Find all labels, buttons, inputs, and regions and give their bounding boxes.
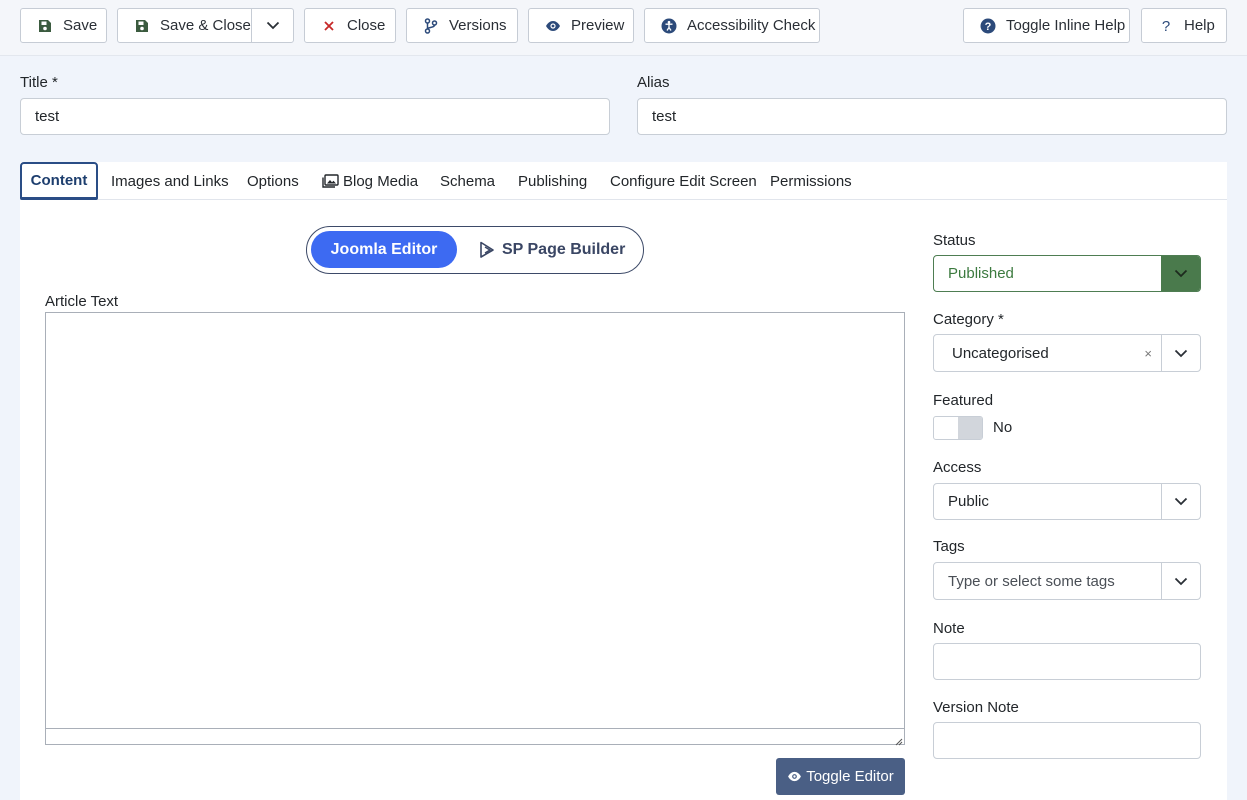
eye-icon [545,18,561,34]
featured-label: Featured [933,392,994,409]
save-icon [134,18,150,34]
alias-input[interactable]: test [637,98,1227,135]
save-icon [37,18,53,34]
access-value: Public [948,493,989,510]
tab-schema[interactable]: Schema [440,162,495,200]
title-label: Title * [20,74,58,91]
save-options-dropdown-button[interactable] [251,8,294,43]
title-value: test [35,108,60,125]
category-select[interactable]: Uncategorised × [933,334,1201,372]
toggle-editor-button[interactable]: Toggle Editor [776,758,905,795]
version-note-input[interactable] [933,722,1201,759]
images-icon [322,174,339,188]
preview-button[interactable]: Preview [528,8,634,43]
access-label: Access [933,459,982,476]
tags-label: Tags [933,538,965,555]
title-input[interactable]: test [20,98,610,135]
toggle-inline-help-button[interactable]: ? Toggle Inline Help [963,8,1130,43]
article-text-label: Article Text [45,293,119,310]
status-value: Published [948,265,1014,282]
close-icon [321,18,337,34]
chevron-down-icon [1161,335,1200,371]
eye-icon [787,771,802,782]
sp-page-builder-label: SP Page Builder [502,240,626,258]
version-note-label: Version Note [933,699,1019,716]
chevron-down-icon [266,17,280,34]
editor-switch: Joomla Editor SP Page Builder [306,226,644,274]
tab-permissions[interactable]: Permissions [770,162,852,200]
resize-handle-icon[interactable] [893,733,903,746]
sp-page-builder-icon [479,241,495,258]
chevron-down-icon [1161,563,1200,599]
tags-select[interactable]: Type or select some tags [933,562,1201,600]
joomla-editor-button[interactable]: Joomla Editor [311,231,457,268]
svg-text:?: ? [985,21,992,33]
note-label: Note [933,620,965,637]
branch-icon [423,17,439,34]
versions-button[interactable]: Versions [406,8,518,43]
featured-value: No [993,419,1013,436]
status-label: Status [933,232,976,249]
tab-bar: Content Images and Links Options Blog Me… [20,162,1227,200]
tab-configure-edit-screen[interactable]: Configure Edit Screen [610,162,757,200]
tab-blog-media-label: Blog Media [343,172,419,190]
help-button[interactable]: ? Help [1141,8,1227,43]
accessibility-icon [661,18,677,34]
accessibility-check-button[interactable]: Accessibility Check [644,8,820,43]
category-value: Uncategorised [952,344,1049,362]
status-select[interactable]: Published [933,255,1201,292]
close-button[interactable]: Close [304,8,396,43]
featured-toggle[interactable] [933,416,983,440]
save-close-button[interactable]: Save & Close [117,8,252,43]
toolbar: Save Save & Close Close Versions Preview [0,0,1247,56]
tags-placeholder: Type or select some tags [948,572,1115,590]
alias-label: Alias [637,74,670,91]
tab-content[interactable]: Content [20,162,98,200]
access-select[interactable]: Public [933,483,1201,520]
question-circle-icon: ? [980,18,996,34]
article-text-editor[interactable] [45,312,905,746]
editor-statusbar [46,728,904,744]
tab-options[interactable]: Options [247,162,299,200]
alias-value: test [652,108,677,125]
tab-publishing[interactable]: Publishing [518,162,587,200]
svg-text:?: ? [1162,18,1170,34]
tab-blog-media[interactable]: Blog Media [322,162,418,200]
question-icon: ? [1158,18,1174,34]
chevron-down-icon [1161,256,1200,291]
clear-icon[interactable]: × [1144,346,1152,361]
category-label: Category * [933,311,1004,328]
tab-images-and-links[interactable]: Images and Links [111,162,229,200]
note-input[interactable] [933,643,1201,680]
sp-page-builder-button[interactable]: SP Page Builder [479,231,625,268]
save-button[interactable]: Save [20,8,107,43]
chevron-down-icon [1161,484,1200,519]
toggle-knob [958,417,982,439]
toggle-editor-label: Toggle Editor [806,768,894,785]
